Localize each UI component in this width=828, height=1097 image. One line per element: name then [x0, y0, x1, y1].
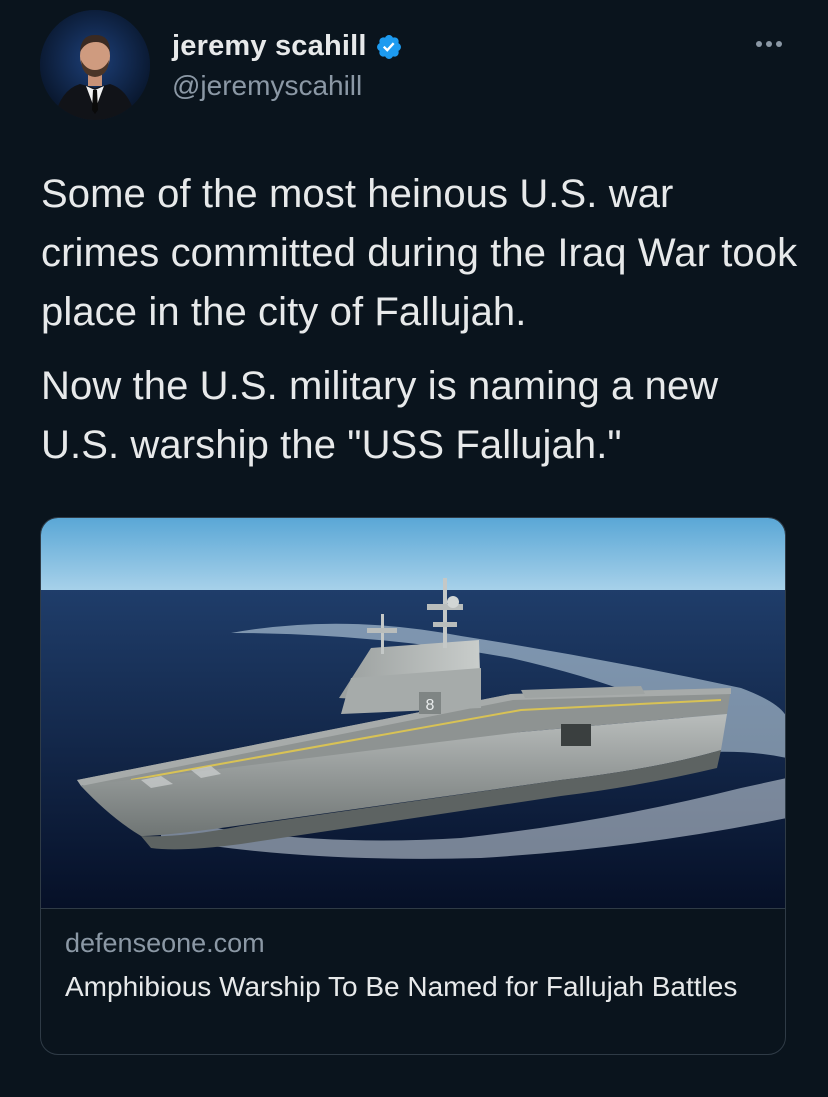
verified-badge-icon: [375, 33, 403, 61]
author-display-name[interactable]: jeremy scahill: [172, 30, 367, 63]
card-domain: defenseone.com: [65, 928, 265, 958]
avatar-photo: [40, 10, 150, 120]
author-handle[interactable]: @jeremyscahill: [172, 70, 362, 102]
card-title[interactable]: Amphibious Warship To Be Named for Fallu…: [65, 968, 755, 1006]
avatar[interactable]: [40, 10, 150, 120]
more-options-button[interactable]: [749, 34, 789, 54]
svg-text:8: 8: [426, 697, 435, 714]
tweet-paragraph: Some of the most heinous U.S. war crimes…: [41, 172, 798, 334]
more-horizontal-icon: [756, 41, 782, 47]
link-preview-card[interactable]: 8 defenseone.com Amphibious Warship To B…: [40, 517, 786, 1055]
card-divider: [41, 908, 785, 909]
tweet-text: Some of the most heinous U.S. war crimes…: [41, 165, 801, 475]
tweet-paragraph: Now the U.S. military is naming a new U.…: [41, 364, 719, 467]
warship-image: 8: [41, 518, 785, 908]
author-name-row[interactable]: jeremy scahill: [172, 30, 403, 63]
